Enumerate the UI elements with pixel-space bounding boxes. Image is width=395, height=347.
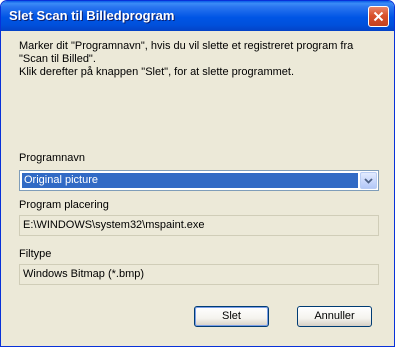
program-location-label: Program placering	[19, 199, 109, 211]
program-location-field: E:\WINDOWS\system32\mspaint.exe	[19, 215, 379, 236]
cancel-button[interactable]: Annuller	[297, 306, 372, 327]
file-type-label: Filtype	[19, 248, 52, 260]
instructions-line: "Scan til Billed".	[19, 53, 96, 65]
dialog-window: Slet Scan til Billedprogram Marker dit "…	[0, 0, 395, 347]
close-icon	[373, 11, 384, 22]
program-name-dropdown[interactable]: Original picture	[19, 170, 379, 191]
window-title: Slet Scan til Billedprogram	[9, 8, 175, 23]
instructions-line: Marker dit "Programnavn", hvis du vil sl…	[19, 40, 354, 52]
delete-button[interactable]: Slet	[194, 306, 269, 327]
program-name-label: Programnavn	[19, 152, 86, 164]
dropdown-arrow-button[interactable]	[360, 172, 377, 189]
file-type-field: Windows Bitmap (*.bmp)	[19, 264, 379, 285]
instructions-text: Marker dit "Programnavn", hvis du vil sl…	[19, 40, 379, 79]
chevron-down-icon	[364, 175, 373, 187]
close-button[interactable]	[368, 6, 389, 27]
instructions-line: Klik derefter på knappen "Slet", for at …	[19, 66, 294, 78]
dialog-body: Marker dit "Programnavn", hvis du vil sl…	[4, 31, 391, 343]
program-name-selected-value: Original picture	[22, 173, 358, 188]
title-bar[interactable]: Slet Scan til Billedprogram	[1, 1, 394, 31]
